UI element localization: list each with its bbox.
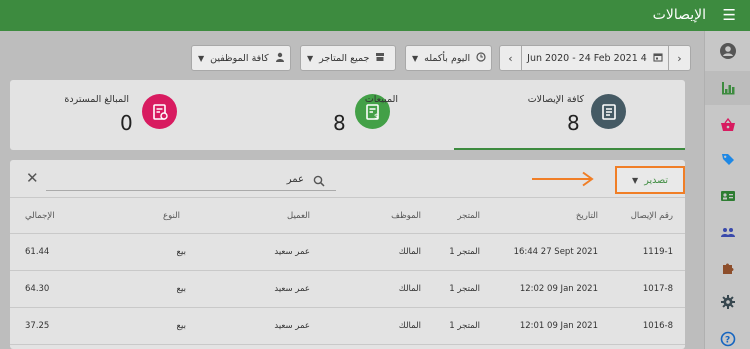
date-prev-button[interactable]: ‹ <box>500 46 522 70</box>
cell-type: بيع <box>176 284 186 294</box>
shopping-basket-icon <box>721 117 735 131</box>
search-input[interactable] <box>46 169 336 191</box>
export-button-label: تصدير <box>644 174 668 186</box>
sidebar-item-account[interactable] <box>705 34 750 68</box>
stat-refunds[interactable]: المبالغ المستردة 0 <box>10 80 232 150</box>
main-content: ▼ كافة الموظفين ▼ جميع المتاجر ▼ اليوم ب… <box>0 31 704 349</box>
help-icon: ? <box>720 331 736 347</box>
puzzle-icon <box>723 263 734 274</box>
stat-all-receipts[interactable]: كافة الإيصالات 8 <box>454 80 685 150</box>
cell-type: بيع <box>176 321 186 331</box>
store-icon <box>375 52 385 65</box>
time-filter-label: اليوم بأكمله <box>424 52 471 64</box>
store-filter-label: جميع المتاجر <box>319 52 370 64</box>
column-header-type[interactable]: النوع <box>110 198 180 233</box>
close-icon[interactable]: ✕ <box>26 170 39 186</box>
cell-total: 37.25 <box>25 321 50 331</box>
cell-date: 12:02 09 Jan 2021 <box>519 284 598 294</box>
sidebar-item-settings[interactable] <box>705 285 750 319</box>
stat-sales[interactable]: $ المبيعات 8 <box>232 80 454 150</box>
chevron-down-icon: ▼ <box>632 175 639 185</box>
sidebar-item-help[interactable]: ? <box>705 322 750 349</box>
search-icon <box>313 172 325 191</box>
table-row[interactable]: 1017-8 12:02 09 Jan 2021 المتجر 1 المالك… <box>10 271 685 308</box>
stat-sales-value: 8 <box>333 111 346 135</box>
cell-type: بيع <box>176 247 186 257</box>
cell-date: 12:01 09 Jan 2021 <box>519 321 598 331</box>
cell-total: 64.30 <box>25 284 50 294</box>
export-button[interactable]: تصدير ▼ <box>615 166 685 194</box>
stat-refunds-label: المبالغ المستردة <box>64 94 129 105</box>
sale-tag-icon <box>722 154 734 165</box>
clock-icon <box>476 51 486 65</box>
stat-sales-label: المبيعات <box>364 94 398 105</box>
cell-customer: عمر سعيد <box>274 247 310 257</box>
sidebar-item-integrations[interactable] <box>705 251 750 285</box>
stat-all-receipts-value: 8 <box>567 111 580 135</box>
table-header: رقم الإيصال التاريخ المتجر الموظف العميل… <box>10 198 685 234</box>
cell-employee: المالك <box>398 284 421 294</box>
cell-total: 61.44 <box>25 247 50 257</box>
sidebar-item-items[interactable] <box>705 108 750 142</box>
chevron-down-icon: ▼ <box>307 53 314 63</box>
date-range-field[interactable]: Jun 2020 - 24 Feb 2021 4 <box>522 46 668 70</box>
chevron-down-icon: ▼ <box>412 53 419 63</box>
store-filter[interactable]: ▼ جميع المتاجر <box>300 45 396 71</box>
stat-all-receipts-label: كافة الإيصالات <box>527 94 584 105</box>
date-range-picker: ‹ Jun 2020 - 24 Feb 2021 4 › <box>499 45 691 71</box>
summary-card: المبالغ المستردة 0 $ المبيعات 8 كافة الإ… <box>10 80 685 150</box>
table-row[interactable]: 1119-1 16:44 27 Sept 2021 المتجر 1 المال… <box>10 234 685 271</box>
column-header-customer[interactable]: العميل <box>210 198 310 233</box>
svg-text:$: $ <box>374 112 378 120</box>
svg-text:?: ? <box>725 336 730 346</box>
date-next-button[interactable]: › <box>668 46 690 70</box>
calendar-icon <box>653 52 663 65</box>
table-row[interactable]: 1016-8 12:01 09 Jan 2021 المتجر 1 المالك… <box>10 308 685 345</box>
person-icon <box>275 52 285 65</box>
stat-refunds-value: 0 <box>120 111 133 135</box>
time-filter[interactable]: ▼ اليوم بأكمله <box>405 45 492 71</box>
arrow-right-icon <box>531 171 595 191</box>
cell-employee: المالك <box>398 321 421 331</box>
sidebar-item-reports[interactable] <box>705 71 750 105</box>
account-icon <box>720 43 736 59</box>
chevron-down-icon: ▼ <box>198 53 205 63</box>
employee-filter[interactable]: ▼ كافة الموظفين <box>191 45 291 71</box>
bar-chart-icon <box>722 82 735 95</box>
menu-icon[interactable]: ☰ <box>723 6 736 24</box>
sidebar-item-marketing[interactable] <box>705 142 750 176</box>
employee-filter-label: كافة الموظفين <box>210 52 269 64</box>
page-title: الإيصالات <box>652 7 706 23</box>
column-header-employee[interactable]: الموظف <box>340 198 421 233</box>
app-bar: الإيصالات ☰ <box>0 0 750 31</box>
search-row: ✕ تصدير ▼ <box>10 160 685 198</box>
employee-card-icon <box>721 191 735 201</box>
sidebar-item-customers[interactable] <box>705 215 750 249</box>
refund-receipt-icon <box>142 94 177 129</box>
column-header-total[interactable]: الإجمالي <box>25 198 105 233</box>
cell-date: 16:44 27 Sept 2021 <box>513 247 598 257</box>
receipts-table-card: ✕ تصدير ▼ رقم الإيصال التاريخ المتجر الم… <box>10 160 685 349</box>
sidebar: ? <box>704 31 750 349</box>
receipt-icon <box>591 94 626 129</box>
cell-customer: عمر سعيد <box>274 321 310 331</box>
cell-customer: عمر سعيد <box>274 284 310 294</box>
sidebar-item-employees[interactable] <box>705 179 750 213</box>
column-header-date[interactable]: التاريخ <box>470 198 598 233</box>
users-icon <box>721 228 735 237</box>
settings-icon <box>721 295 735 309</box>
cell-employee: المالك <box>398 247 421 257</box>
date-range-label: Jun 2020 - 24 Feb 2021 4 <box>527 52 647 64</box>
